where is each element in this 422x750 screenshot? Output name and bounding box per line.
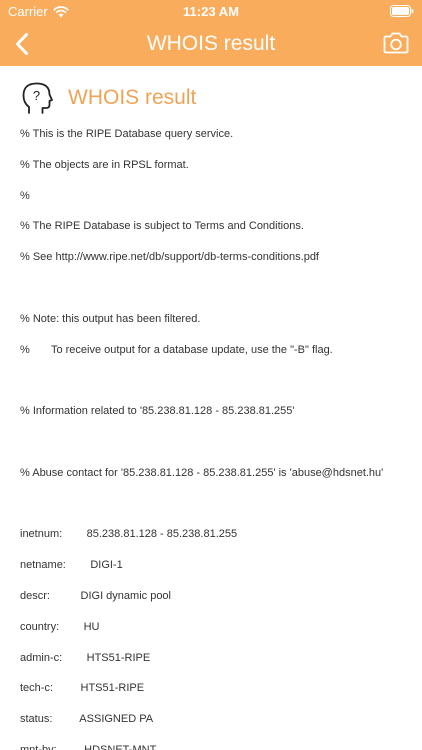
status-bar: Carrier 11:23 AM <box>0 0 422 22</box>
result-title: WHOIS result <box>68 86 197 109</box>
whois-line: % This is the RIPE Database query servic… <box>20 128 234 140</box>
whois-line: descr: DIGI dynamic pool <box>20 590 171 602</box>
whois-line: admin-c: HTS51-RIPE <box>20 651 151 664</box>
whois-line: % To receive output for a database updat… <box>20 343 333 356</box>
whois-line: % The objects are in RPSL format. <box>20 158 189 171</box>
navigation-bar: WHOIS result <box>0 22 422 66</box>
whois-line: mnt-by: HDSNET-MNT <box>20 744 157 750</box>
whois-line: % <box>20 189 30 202</box>
status-time: 11:23 AM <box>183 4 239 19</box>
app-header: Carrier 11:23 AM WHOIS result <box>0 0 422 66</box>
back-button[interactable] <box>8 26 36 62</box>
result-content[interactable]: ? WHOIS result % This is the RIPE Databa… <box>0 66 422 750</box>
result-header: ? WHOIS result <box>20 80 196 116</box>
nav-title: WHOIS result <box>146 32 276 55</box>
svg-text:?: ? <box>33 88 40 103</box>
screenshot-button[interactable] <box>380 28 412 58</box>
whois-line: % The RIPE Database is subject to Terms … <box>20 220 304 233</box>
question-head-icon: ? <box>22 82 53 114</box>
camera-icon <box>383 32 409 54</box>
whois-line: inetnum: 85.238.81.128 - 85.238.81.255 <box>20 528 238 541</box>
whois-line: % Information related to '85.238.81.128 … <box>20 405 295 418</box>
whois-line: netname: DIGI-1 <box>20 559 123 572</box>
whois-line: % See http://www.ripe.net/db/support/db-… <box>20 251 319 264</box>
whois-line: tech-c: HTS51-RIPE <box>20 682 145 695</box>
chevron-left-icon <box>16 33 28 55</box>
whois-line: country: HU <box>20 620 100 633</box>
battery-icon <box>390 5 414 17</box>
whois-line: status: ASSIGNED PA <box>20 713 154 726</box>
whois-line: % Note: this output has been filtered. <box>20 312 201 325</box>
whois-line: % Abuse contact for '85.238.81.128 - 85.… <box>20 466 384 479</box>
